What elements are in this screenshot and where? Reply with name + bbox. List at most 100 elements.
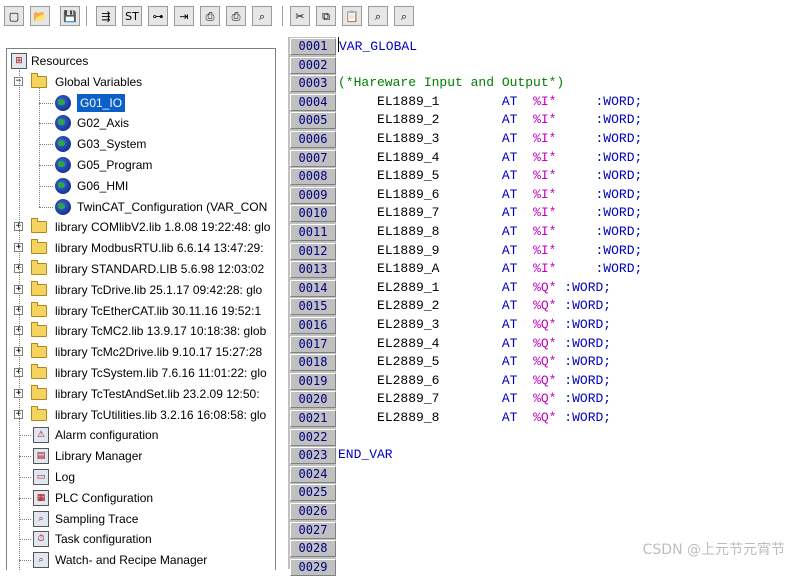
tree-item-label: library STANDARD.LIB 5.6.98 12:03:02 [55,262,265,276]
code-line-output-declaration[interactable]: EL2889_3 AT %Q* :WORD; [338,316,611,335]
tree-item-library-manager[interactable]: ▤ Library Manager [7,446,275,466]
variable-name: EL1889_9 [377,242,440,258]
save-button[interactable]: 💾 [60,6,80,26]
keyword-at: AT [501,372,518,388]
toolbar-separator [282,6,283,26]
alarm-icon: ⚠ [33,427,49,444]
breakpoint-button[interactable]: ⇥ [174,6,194,26]
panel-splitter[interactable] [277,36,285,569]
step-button[interactable]: ⊶ [148,6,168,26]
tree-item-g05-program[interactable]: G05_Program [7,155,275,175]
find-replace-button[interactable]: ⌕ [368,6,388,26]
variable-name: EL2889_3 [377,317,440,332]
tree-item-log[interactable]: ▭ Log [7,467,275,487]
tree-item-library[interactable]: + library TcMC2.lib 13.9.17 10:18:38: glo… [7,321,275,341]
code-line-output-declaration[interactable]: EL2889_2 AT %Q* :WORD; [338,297,611,316]
tree-item-alarm-configuration[interactable]: ⚠ Alarm configuration [7,425,275,445]
tree-item-plc-configuration[interactable]: ▦ PLC Configuration [7,488,275,508]
tree-item-label: library TcDrive.lib 25.1.17 09:42:28: gl… [55,282,263,297]
tree-item-sampling-trace[interactable]: ⌕ Sampling Trace [7,509,275,529]
tree-connector [39,86,40,208]
tree-item-label: library TcSystem.lib 7.6.16 11:01:22: gl… [55,366,267,380]
tree-item-library[interactable]: + library COMlibV2.lib 1.8.08 19:22:48: g… [7,217,275,237]
address-input: %I* [533,186,557,202]
tree-item-g01-io[interactable]: G01_IO [7,93,275,113]
code-line-comment[interactable]: (*Hareware Input and Output*) [338,74,564,93]
address-output: %Q* [533,354,557,370]
find-icon: ⌕ [258,9,266,23]
code-line-output-declaration[interactable]: EL2889_5 AT %Q* :WORD; [338,353,611,372]
code-line-input-declaration[interactable]: EL1889_4 AT %I* :WORD; [338,149,642,168]
type-word: :WORD; [595,224,643,239]
tree-item-library[interactable]: + library STANDARD.LIB 5.6.98 12:03:02 [7,259,275,279]
variable-name: EL1889_8 [377,224,440,239]
print-button[interactable]: ⎙ [200,6,220,26]
code-editor[interactable]: 0001 0002 0003 0004 0005 0006 0007 0008 0009 0010… [286,36,799,576]
tree-item-watch-and-recipe-manager[interactable]: ⌕ Watch- and Recipe Manager [7,550,275,570]
build-button[interactable]: ⇶ [96,6,116,26]
code-line-input-declaration[interactable]: EL1889_5 AT %I* :WORD; [338,167,642,186]
tree-item-g03-system[interactable]: G03_System [7,134,275,154]
tree-item-task-configuration[interactable]: ⏱ Task configuration [7,529,275,549]
code-line-output-declaration[interactable]: EL2889_7 AT %Q* :WORD; [338,390,611,409]
find-next-button[interactable]: ⌕ [394,6,414,26]
line-number: 0006 [290,131,336,148]
code-line-input-declaration[interactable]: EL1889_1 AT %I* :WORD; [338,93,642,112]
tree-item-library[interactable]: + library TcSystem.lib 7.6.16 11:01:22: g… [7,363,275,383]
code-line-input-declaration[interactable]: EL1889_8 AT %I* :WORD; [338,223,642,242]
code-line-output-declaration[interactable]: EL2889_8 AT %Q* :WORD; [338,409,611,428]
address-output: %Q* [533,279,557,295]
code-line-end-var[interactable]: END_VAR [338,446,393,465]
stop-button[interactable]: ST [122,6,142,26]
find-next-icon: ⌕ [400,9,408,23]
new-file-button[interactable]: ▢ [4,6,24,26]
folder-icon [31,301,47,317]
tree-item-label: library TcMc2Drive.lib 9.10.17 15:27:28 [55,345,263,360]
run-print-button[interactable]: ⎙ [226,6,246,26]
code-line-output-declaration[interactable]: EL2889_6 AT %Q* :WORD; [338,372,611,391]
tree-item-library[interactable]: + library TcTestAndSet.lib 23.2.09 12:50: [7,384,275,404]
tree-item-library[interactable]: + library TcEtherCAT.lib 30.11.16 19:52:1 [7,301,275,321]
tree-item-g06-hmi[interactable]: G06_HMI [7,176,275,196]
code-line-var-global[interactable]: VAR_GLOBAL [338,37,417,56]
code-line-input-declaration[interactable]: EL1889_2 AT %I* :WORD; [338,111,642,130]
address-output: %Q* [533,391,557,407]
tree-item-library[interactable]: + library TcDrive.lib 25.1.17 09:42:28: g… [7,280,275,300]
code-line-input-declaration[interactable]: EL1889_3 AT %I* :WORD; [338,130,642,149]
global-variables-icon [55,94,71,111]
tree-item-label: G03_System [77,137,147,152]
code-line-input-declaration[interactable]: EL1889_9 AT %I* :WORD; [338,242,642,261]
tree-connector [19,539,31,541]
code-line-input-declaration[interactable]: EL1889_6 AT %I* :WORD; [338,186,642,205]
tree-item-resources[interactable]: ⊞ Resources [7,51,275,71]
paste-button[interactable]: 📋 [342,6,362,26]
tree-item-g02-axis[interactable]: G02_Axis [7,113,275,133]
variable-name: EL2889_4 [377,335,440,351]
copy-button[interactable]: ⧉ [316,6,336,26]
variable-name: EL2889_6 [377,372,440,388]
cut-button[interactable]: ✂ [290,6,310,26]
tree-item-library[interactable]: + library TcUtilities.lib 3.2.16 16:08:58… [7,405,275,425]
tree-item-library[interactable]: + library TcMc2Drive.lib 9.10.17 15:27:28 [7,342,275,362]
type-word: :WORD; [564,372,612,388]
tree-item-label: G01_IO [77,93,126,112]
code-line-input-declaration[interactable]: EL1889_7 AT %I* :WORD; [338,204,642,223]
breakpoint-icon: ⇥ [179,9,189,23]
tree-item-twincat-configuration-var-con[interactable]: TwinCAT_Configuration (VAR_CON [7,197,275,217]
watermark: CSDN @上元节元宵节 [642,542,785,558]
variable-name: EL1889_3 [377,131,440,146]
type-word: :WORD; [564,335,612,351]
code-line-output-declaration[interactable]: EL2889_1 AT %Q* :WORD; [338,279,611,298]
open-folder-button[interactable]: 📂 [30,6,50,26]
tree-item-global-variables[interactable]: − Global Variables [7,72,275,92]
keyword-at: AT [501,131,518,146]
address-output: %Q* [533,335,557,351]
toolbar: ▢ 📂 💾 ⇶ ST ⊶ ⇥ ⎙ ⎙ ⌕ ✂ ⧉ 📋 ⌕ ⌕ [0,0,799,34]
code-line-input-declaration[interactable]: EL1889_A AT %I* :WORD; [338,260,642,279]
keyword-at: AT [501,335,518,351]
tree-item-library[interactable]: + library ModbusRTU.lib 6.6.14 13:47:29: [7,238,275,258]
code-line-output-declaration[interactable]: EL2889_4 AT %Q* :WORD; [338,335,611,354]
find-button[interactable]: ⌕ [252,6,272,26]
line-number: 0010 [290,205,336,223]
watch-recipe-icon: ⌕ [33,552,49,569]
